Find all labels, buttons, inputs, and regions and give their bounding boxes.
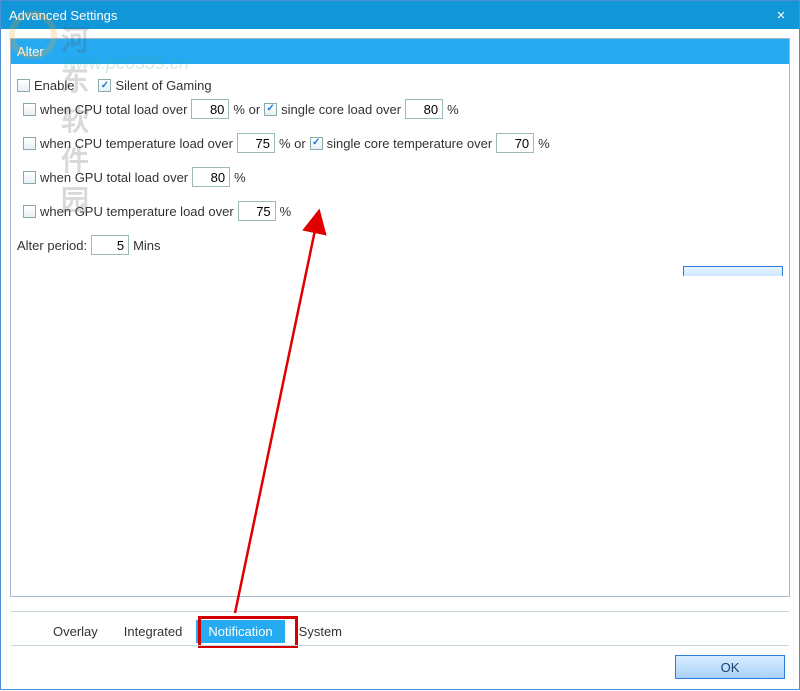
partial-button[interactable] <box>683 266 783 276</box>
alter-period-input[interactable] <box>91 235 129 255</box>
gpu-temp-unit: % <box>280 204 292 219</box>
cpu-temp-label: when CPU temperature load over <box>40 136 233 151</box>
cpu-single-input[interactable] <box>405 99 443 119</box>
enable-checkbox[interactable] <box>17 79 30 92</box>
cpu-total-unit: % or <box>233 102 260 117</box>
gpu-total-label: when GPU total load over <box>40 170 188 185</box>
panel-header: Alter <box>11 39 789 64</box>
cpu-temp-single-input[interactable] <box>496 133 534 153</box>
gpu-total-checkbox[interactable] <box>23 171 36 184</box>
cpu-temp-single-label: single core temperature over <box>327 136 492 151</box>
tab-system[interactable]: System <box>287 620 354 643</box>
cpu-single-checkbox[interactable] <box>264 103 277 116</box>
cpu-single-unit: % <box>447 102 459 117</box>
titlebar: Advanced Settings × <box>1 1 799 29</box>
tab-bar: Overlay Integrated Notification System <box>11 611 789 645</box>
gpu-temp-checkbox[interactable] <box>23 205 36 218</box>
window-title: Advanced Settings <box>9 8 771 23</box>
close-icon[interactable]: × <box>771 7 791 24</box>
gpu-total-input[interactable] <box>192 167 230 187</box>
panel-header-label: Alter <box>17 44 44 59</box>
cpu-temp-input[interactable] <box>237 133 275 153</box>
cpu-total-checkbox[interactable] <box>23 103 36 116</box>
ok-button[interactable]: OK <box>675 655 785 679</box>
settings-panel: Alter Enable Silent of Gaming when CPU t… <box>10 38 790 597</box>
gpu-total-unit: % <box>234 170 246 185</box>
cpu-temp-checkbox[interactable] <box>23 137 36 150</box>
cpu-temp-single-unit: % <box>538 136 550 151</box>
bottom-divider <box>11 645 789 646</box>
silent-gaming-checkbox[interactable] <box>98 79 111 92</box>
alter-period-unit: Mins <box>133 238 160 253</box>
enable-label: Enable <box>34 78 74 93</box>
cpu-total-input[interactable] <box>191 99 229 119</box>
alter-period-label: Alter period: <box>17 238 87 253</box>
silent-gaming-label: Silent of Gaming <box>115 78 211 93</box>
cpu-temp-single-checkbox[interactable] <box>310 137 323 150</box>
cpu-temp-unit: % or <box>279 136 306 151</box>
gpu-temp-label: when GPU temperature load over <box>40 204 234 219</box>
cpu-single-label: single core load over <box>281 102 401 117</box>
gpu-temp-input[interactable] <box>238 201 276 221</box>
tab-integrated[interactable]: Integrated <box>112 620 195 643</box>
cpu-total-label: when CPU total load over <box>40 102 187 117</box>
tab-overlay[interactable]: Overlay <box>41 620 110 643</box>
tab-notification[interactable]: Notification <box>196 620 284 643</box>
